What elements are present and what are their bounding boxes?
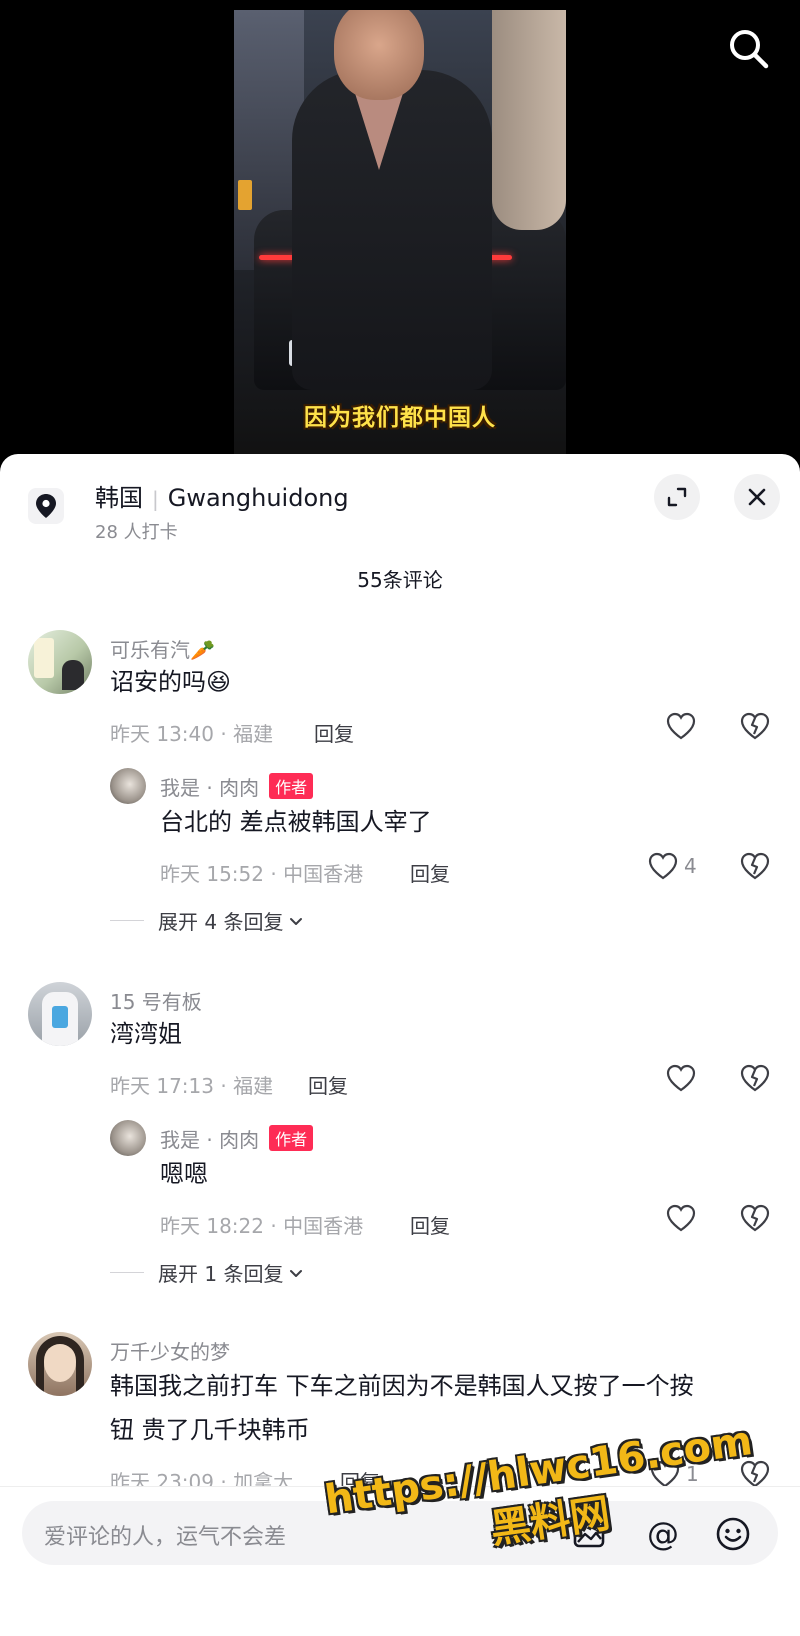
- close-icon: [748, 488, 766, 506]
- search-button[interactable]: [726, 26, 772, 72]
- mention-icon[interactable]: @: [642, 1513, 684, 1555]
- reply-button[interactable]: 回复: [308, 1070, 348, 1099]
- reply-text[interactable]: 嗯嗯: [160, 1152, 208, 1197]
- video-side-person: [492, 10, 566, 230]
- location-country: 韩国: [95, 484, 143, 512]
- close-sheet-button[interactable]: [734, 474, 780, 520]
- chevron-down-icon: [290, 1269, 303, 1277]
- comment-input-bar: 爱评论的人，运气不会差 @: [0, 1486, 800, 1636]
- author-badge: 作者: [269, 1125, 314, 1151]
- reply-meta: 昨天 18:22 · 中国香港: [160, 1214, 364, 1238]
- search-icon: [730, 30, 769, 69]
- reply-avatar[interactable]: [110, 1120, 146, 1156]
- video-frame[interactable]: 因为我们都中国人: [234, 10, 566, 460]
- expand-replies-button[interactable]: 展开 4 条回复: [110, 906, 305, 935]
- video-background-sign: [238, 180, 252, 210]
- heart-icon: [648, 852, 678, 880]
- location-pin-button[interactable]: [28, 488, 64, 524]
- divider: [110, 1272, 144, 1273]
- reply-button[interactable]: 回复: [410, 1210, 450, 1239]
- comment-sheet: 韩国 | Gwanghuidong 28 人打卡 55条评论 可乐有汽🥕 诏安的吗😆…: [0, 454, 800, 1636]
- comment-text-line-1[interactable]: 韩国我之前打车 下车之前因为不是韩国人又按了一个按: [110, 1364, 694, 1409]
- reply-avatar[interactable]: [110, 768, 146, 804]
- reply-username-text: 我是 · 肉肉: [160, 776, 260, 800]
- like-button[interactable]: [666, 712, 696, 740]
- dislike-button[interactable]: [740, 852, 770, 884]
- dislike-button[interactable]: [740, 1204, 770, 1236]
- avatar[interactable]: [28, 1332, 92, 1396]
- location-title[interactable]: 韩国 | Gwanghuidong: [95, 478, 349, 513]
- expand-replies-button[interactable]: 展开 1 条回复: [110, 1258, 305, 1287]
- comment-text[interactable]: 湾湾姐: [110, 1012, 182, 1057]
- avatar[interactable]: [28, 982, 92, 1046]
- reply-button[interactable]: 回复: [410, 858, 450, 887]
- location-checkins: 28 人打卡: [95, 522, 178, 543]
- expand-replies-label: 展开 4 条回复: [158, 910, 284, 934]
- reply-button[interactable]: 回复: [314, 718, 354, 747]
- image-icon: [573, 1520, 605, 1548]
- like-button[interactable]: 4: [648, 852, 697, 880]
- location-separator: |: [152, 487, 159, 511]
- comment-input[interactable]: 爱评论的人，运气不会差 @: [22, 1501, 778, 1565]
- broken-heart-icon: [740, 1204, 770, 1232]
- emoji-button[interactable]: [712, 1513, 754, 1555]
- reply-username-text: 我是 · 肉肉: [160, 1128, 260, 1152]
- comment-input-placeholder: 爱评论的人，运气不会差: [44, 1525, 287, 1550]
- reply-username[interactable]: 我是 · 肉肉 作者: [160, 1124, 314, 1153]
- dislike-button[interactable]: [740, 712, 770, 744]
- comment-username[interactable]: 万千少女的梦: [110, 1336, 230, 1365]
- like-button[interactable]: 1: [650, 1460, 699, 1488]
- like-button[interactable]: [666, 1204, 696, 1232]
- dislike-button[interactable]: [740, 1064, 770, 1096]
- comment-item: 可乐有汽🥕 诏安的吗😆 昨天 13:40 · 福建 回复 我是 · 肉肉 作者 台…: [0, 630, 800, 934]
- broken-heart-icon: [740, 1460, 770, 1488]
- broken-heart-icon: [740, 1064, 770, 1092]
- emoji-icon: [716, 1517, 750, 1551]
- comment-item: 15 号有板 湾湾姐 昨天 17:13 · 福建 回复 我是 · 肉肉 作者 嗯嗯…: [0, 982, 800, 1286]
- reply-username[interactable]: 我是 · 肉肉 作者: [160, 772, 314, 801]
- avatar[interactable]: [28, 630, 92, 694]
- broken-heart-icon: [740, 712, 770, 740]
- video-person-head: [334, 10, 424, 100]
- heart-icon: [650, 1460, 680, 1488]
- heart-icon: [666, 1204, 696, 1232]
- heart-icon: [666, 712, 696, 740]
- reply-meta: 昨天 15:52 · 中国香港: [160, 862, 364, 886]
- broken-heart-icon: [740, 852, 770, 880]
- comment-count: 55条评论: [357, 568, 443, 592]
- comment-meta: 昨天 17:13 · 福建: [110, 1074, 274, 1098]
- location-place: Gwanghuidong: [167, 484, 349, 512]
- comment-text-line-2[interactable]: 钮 贵了几千块韩币: [110, 1408, 310, 1453]
- video-caption: 因为我们都中国人: [304, 405, 496, 431]
- like-count: 4: [684, 854, 697, 878]
- comment-username[interactable]: 可乐有汽🥕: [110, 634, 215, 663]
- like-button[interactable]: [666, 1064, 696, 1092]
- expand-icon: [667, 487, 687, 507]
- location-pin-icon: [36, 494, 56, 518]
- comment-text[interactable]: 诏安的吗😆: [110, 660, 231, 705]
- video-player[interactable]: 因为我们都中国人: [0, 0, 800, 470]
- comment-username[interactable]: 15 号有板: [110, 986, 202, 1015]
- heart-icon: [666, 1064, 696, 1092]
- comment-item: 万千少女的梦 韩国我之前打车 下车之前因为不是韩国人又按了一个按 钮 贵了几千块…: [0, 1332, 800, 1494]
- image-button[interactable]: [568, 1513, 610, 1555]
- reply-text[interactable]: 台北的 差点被韩国人宰了: [160, 800, 432, 845]
- expand-replies-label: 展开 1 条回复: [158, 1262, 284, 1286]
- comment-meta: 昨天 13:40 · 福建: [110, 722, 274, 746]
- like-count: 1: [686, 1462, 699, 1486]
- chevron-down-icon: [290, 917, 303, 925]
- divider: [110, 920, 144, 921]
- author-badge: 作者: [269, 773, 314, 799]
- expand-sheet-button[interactable]: [654, 474, 700, 520]
